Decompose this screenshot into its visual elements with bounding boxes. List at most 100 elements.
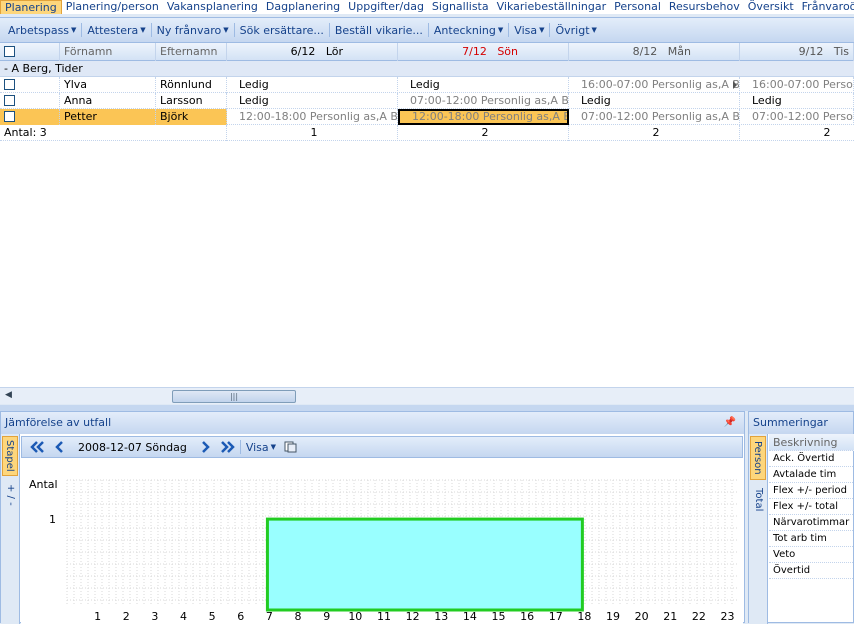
count-value: 2 (569, 125, 740, 141)
table-row[interactable]: Ylva Rönnlund Ledig Ledig 16:00-07:00 Pe… (0, 77, 854, 93)
x-tick-label: 16 (520, 610, 534, 623)
scroll-thumb[interactable]: ||| (172, 390, 296, 403)
summary-item[interactable]: Veto (769, 547, 854, 563)
tab-person[interactable]: Person (750, 436, 766, 480)
header-fornamn[interactable]: Förnamn (60, 43, 156, 61)
menu-planering-person[interactable]: Planering/person (62, 0, 163, 14)
cell-efternamn[interactable]: Larsson (156, 93, 227, 109)
ovrigt-button[interactable]: Övrigt ▼ (551, 24, 600, 37)
dropdown-arrow-icon: ▼ (270, 443, 277, 451)
menu-resursbehov[interactable]: Resursbehov (665, 0, 744, 14)
header-efternamn[interactable]: Efternamn (156, 43, 227, 61)
summary-title: Summeringar (749, 412, 853, 434)
prev-button[interactable] (50, 441, 68, 453)
cell-shift-active[interactable]: 12:00-18:00 Personlig as,A Berg (398, 109, 569, 125)
x-tick-label: 11 (377, 610, 391, 623)
visa-dropdown[interactable]: Visa ▼ (242, 441, 280, 454)
copy-button[interactable] (280, 441, 302, 453)
cell-fornamn[interactable]: Ylva (60, 77, 156, 93)
cell-shift[interactable]: 16:00-07:00 Personlig (748, 77, 854, 93)
menu-planering[interactable]: Planering (0, 0, 62, 14)
day-date: 8/12 (632, 45, 658, 58)
cell-shift[interactable]: Ledig (235, 77, 398, 93)
schedule-grid: Förnamn Efternamn 6/12 Lör 7/12 Sön 8/12… (0, 43, 854, 388)
x-tick-label: 15 (491, 610, 505, 623)
header-day-1[interactable]: 6/12 Lör (227, 43, 398, 61)
toolbar-separator (508, 23, 510, 37)
select-all-checkbox[interactable] (4, 46, 15, 57)
comparison-panel: Jämförelse av utfall 📌 Stapel + / - 2008-… (0, 411, 745, 624)
summary-item[interactable]: Flex +/- period (769, 483, 854, 499)
cell-efternamn[interactable]: Rönnlund (156, 77, 227, 93)
table-row[interactable]: Anna Larsson Ledig 07:00-12:00 Personlig… (0, 93, 854, 109)
cell-shift[interactable]: Ledig (577, 93, 740, 109)
menu-uppgifter-dag[interactable]: Uppgifter/dag (344, 0, 428, 14)
toolbar-separator (233, 23, 235, 37)
summary-item[interactable]: Avtalade tim (769, 467, 854, 483)
first-button[interactable] (26, 441, 50, 453)
double-right-icon (220, 441, 235, 453)
cell-fornamn[interactable]: Anna (60, 93, 156, 109)
x-tick-label: 22 (692, 610, 706, 623)
arbetspass-button[interactable]: Arbetspass ▼ (4, 24, 80, 37)
header-day-3[interactable]: 8/12 Mån (569, 43, 740, 61)
menu-oversikt[interactable]: Översikt (744, 0, 798, 14)
cell-shift[interactable]: Ledig (406, 77, 569, 93)
menu-personal[interactable]: Personal (610, 0, 665, 14)
cell-shift[interactable]: 16:00-07:00 Personlig as,A Berg (577, 77, 740, 93)
tab-stapel[interactable]: Stapel (2, 436, 18, 476)
grip-icon: ||| (229, 392, 239, 401)
menu-vikariebestallningar[interactable]: Vikariebeställningar (493, 0, 611, 14)
pin-icon[interactable]: 📌 (724, 412, 736, 434)
sok-ersattare-button[interactable]: Sök ersättare... (236, 24, 328, 37)
header-day-4[interactable]: 9/12 Tis (740, 43, 854, 61)
attestera-button[interactable]: Attestera ▼ (83, 24, 149, 37)
x-tick-label: 9 (323, 610, 330, 623)
visa-button[interactable]: Visa ▼ (510, 24, 548, 37)
menu-vakansplanering[interactable]: Vakansplanering (163, 0, 262, 14)
x-tick-label: 6 (237, 610, 244, 623)
anteckning-button[interactable]: Anteckning ▼ (430, 24, 507, 37)
day-date: 9/12 (798, 45, 824, 58)
tab-plus-minus[interactable]: + / - (2, 480, 18, 510)
summary-item[interactable]: Flex +/- total (769, 499, 854, 515)
x-tick-label: 7 (266, 610, 273, 623)
header-beskrivning[interactable]: Beskrivning (769, 434, 854, 451)
cell-shift[interactable]: 07:00-12:00 Personlig (748, 109, 854, 125)
cell-shift[interactable]: 12:00-18:00 Personlig as,A Berg (235, 109, 398, 125)
menu-franvarooversikt[interactable]: Frånvaroöversikt (798, 0, 854, 14)
comparison-chart: Antal 11 2 3 4 5 6 7 8 9 10 11 12 13 14 15 16 17 18 19 20 21… (21, 460, 743, 624)
summary-item[interactable]: Övertid (769, 563, 854, 579)
cell-shift[interactable]: Ledig (235, 93, 398, 109)
summary-item[interactable]: Ack. Övertid (769, 451, 854, 467)
row-checkbox[interactable] (4, 95, 15, 106)
last-button[interactable] (215, 441, 239, 453)
table-row-selected[interactable]: Petter Björk 12:00-18:00 Personlig as,A … (0, 109, 854, 125)
tab-total[interactable]: Total (750, 484, 766, 516)
horizontal-scrollbar[interactable]: ◀ ||| (0, 387, 854, 404)
chevron-left-icon (55, 441, 63, 453)
toolbar: Arbetspass ▼ Attestera ▼ Ny frånvaro ▼ Sök … (0, 17, 854, 43)
scroll-left-icon[interactable]: ◀ (5, 390, 12, 400)
menu-dagplanering[interactable]: Dagplanering (262, 0, 344, 14)
row-checkbox[interactable] (4, 111, 15, 122)
cell-shift[interactable]: 07:00-12:00 Personlig as,A Berg (577, 109, 740, 125)
next-button[interactable] (197, 441, 215, 453)
ny-franvaro-button[interactable]: Ny frånvaro ▼ (153, 24, 233, 37)
header-day-2[interactable]: 7/12 Sön (398, 43, 569, 61)
summary-item[interactable]: Tot arb tim (769, 531, 854, 547)
cell-shift[interactable]: Ledig (748, 93, 854, 109)
menu-signallista[interactable]: Signallista (428, 0, 493, 14)
summary-item[interactable]: Närvarotimmar (769, 515, 854, 531)
chart-bar (265, 517, 584, 612)
cell-fornamn[interactable]: Petter (60, 109, 156, 125)
cell-efternamn[interactable]: Björk (156, 109, 227, 125)
cell-shift[interactable]: 07:00-12:00 Personlig as,A Berg (406, 93, 569, 109)
group-row[interactable]: - A Berg, Tider (0, 61, 854, 77)
count-label: Antal: 3 (0, 125, 227, 141)
dropdown-arrow-icon: ▼ (140, 26, 146, 34)
main-menu: Planering Planering/person Vakansplaneri… (0, 0, 854, 14)
row-checkbox[interactable] (4, 79, 15, 90)
x-tick-label: 14 (463, 610, 477, 623)
bestall-vikarie-button[interactable]: Beställ vikarie... (331, 24, 427, 37)
